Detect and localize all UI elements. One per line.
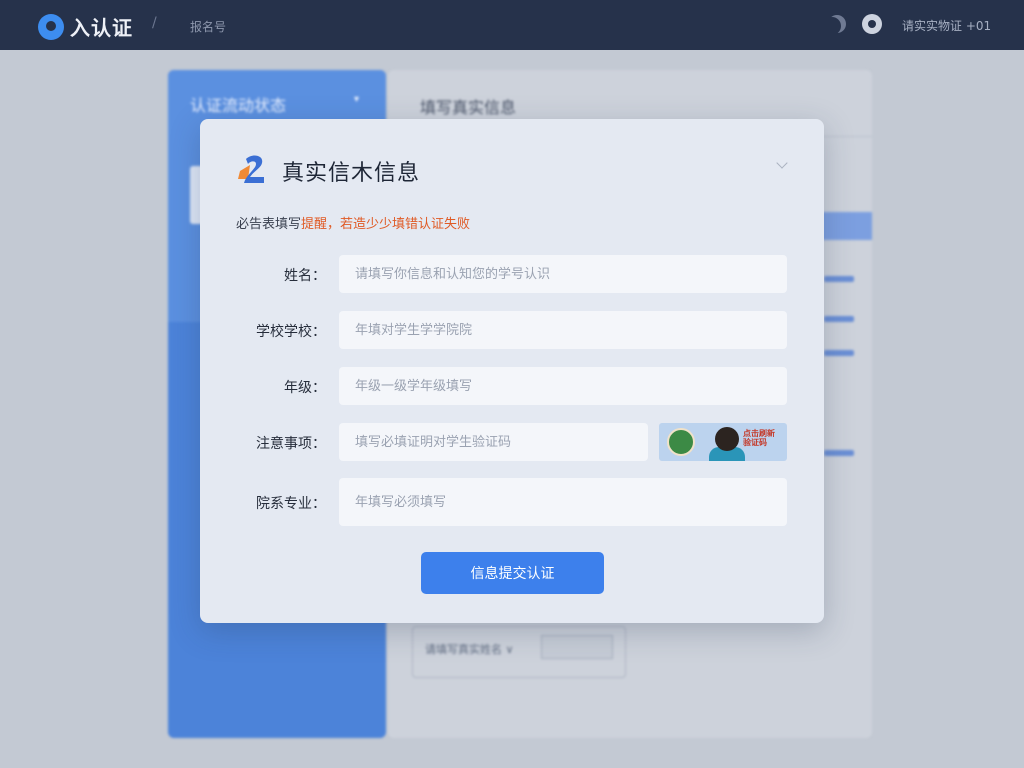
brand[interactable]: 入认证 (38, 12, 133, 41)
major-label: 院系专业： (256, 496, 326, 512)
dark-mode-icon[interactable] (828, 15, 846, 33)
top-bar: 入认证 / 报名号 请实实物证 +01 (0, 0, 1024, 50)
captcha-image[interactable]: 点击刷新验证码 (659, 423, 787, 461)
school-label: 学校学校： (256, 324, 326, 340)
notice-accent: 提醒， (301, 217, 341, 232)
background-form-box: 请填写真实姓名 ∨ (412, 626, 626, 678)
major-input[interactable] (339, 478, 787, 526)
captcha-input[interactable] (339, 423, 648, 461)
modal-logo-icon (238, 155, 264, 183)
background-form-label: 请填写真实姓名 ∨ (425, 643, 514, 656)
captcha-person-head-icon (715, 427, 739, 451)
brand-logo-icon (38, 13, 64, 40)
captcha-avatar-icon (667, 428, 695, 456)
background-link (824, 316, 854, 322)
notice-warning: 若造少少填错认证失败 (340, 217, 471, 232)
chevron-down-icon: ▾ (354, 94, 360, 105)
school-input[interactable] (339, 311, 787, 349)
collapse-chevron-icon[interactable] (776, 157, 788, 169)
captcha-text: 点击刷新验证码 (743, 429, 775, 447)
real-info-modal: 真实信木信息 必告表填写提醒，若造少少填错认证失败 姓名： 学校学校： 年级： … (200, 119, 824, 623)
background-link (824, 276, 854, 282)
background-form-input (541, 635, 613, 659)
name-input[interactable] (339, 255, 787, 293)
app-root: 入认证 / 报名号 请实实物证 +01 认证流动状态 ▾ 填写真实信息 请填写真… (0, 0, 1024, 768)
breadcrumb[interactable]: 报名号 (190, 18, 226, 35)
submit-button[interactable]: 信息提交认证 (421, 552, 604, 594)
settings-icon[interactable] (862, 14, 882, 34)
notice-prefix: 必告表填写 (236, 217, 302, 232)
grade-input[interactable] (339, 367, 787, 405)
background-sidebar-title: 认证流动状态 (190, 96, 287, 115)
name-label: 姓名： (284, 268, 326, 284)
brand-title: 入认证 (70, 16, 133, 40)
background-link (824, 450, 854, 456)
background-main-title: 填写真实信息 (420, 98, 517, 117)
notice-text: 必告表填写提醒，若造少少填错认证失败 (236, 213, 470, 232)
modal-title: 真实信木信息 (282, 161, 421, 186)
breadcrumb-separator: / (152, 15, 157, 31)
user-info[interactable]: 请实实物证 +01 (902, 17, 991, 34)
notes-label: 注意事项： (256, 436, 326, 452)
grade-label: 年级： (284, 380, 326, 396)
background-link (824, 350, 854, 356)
